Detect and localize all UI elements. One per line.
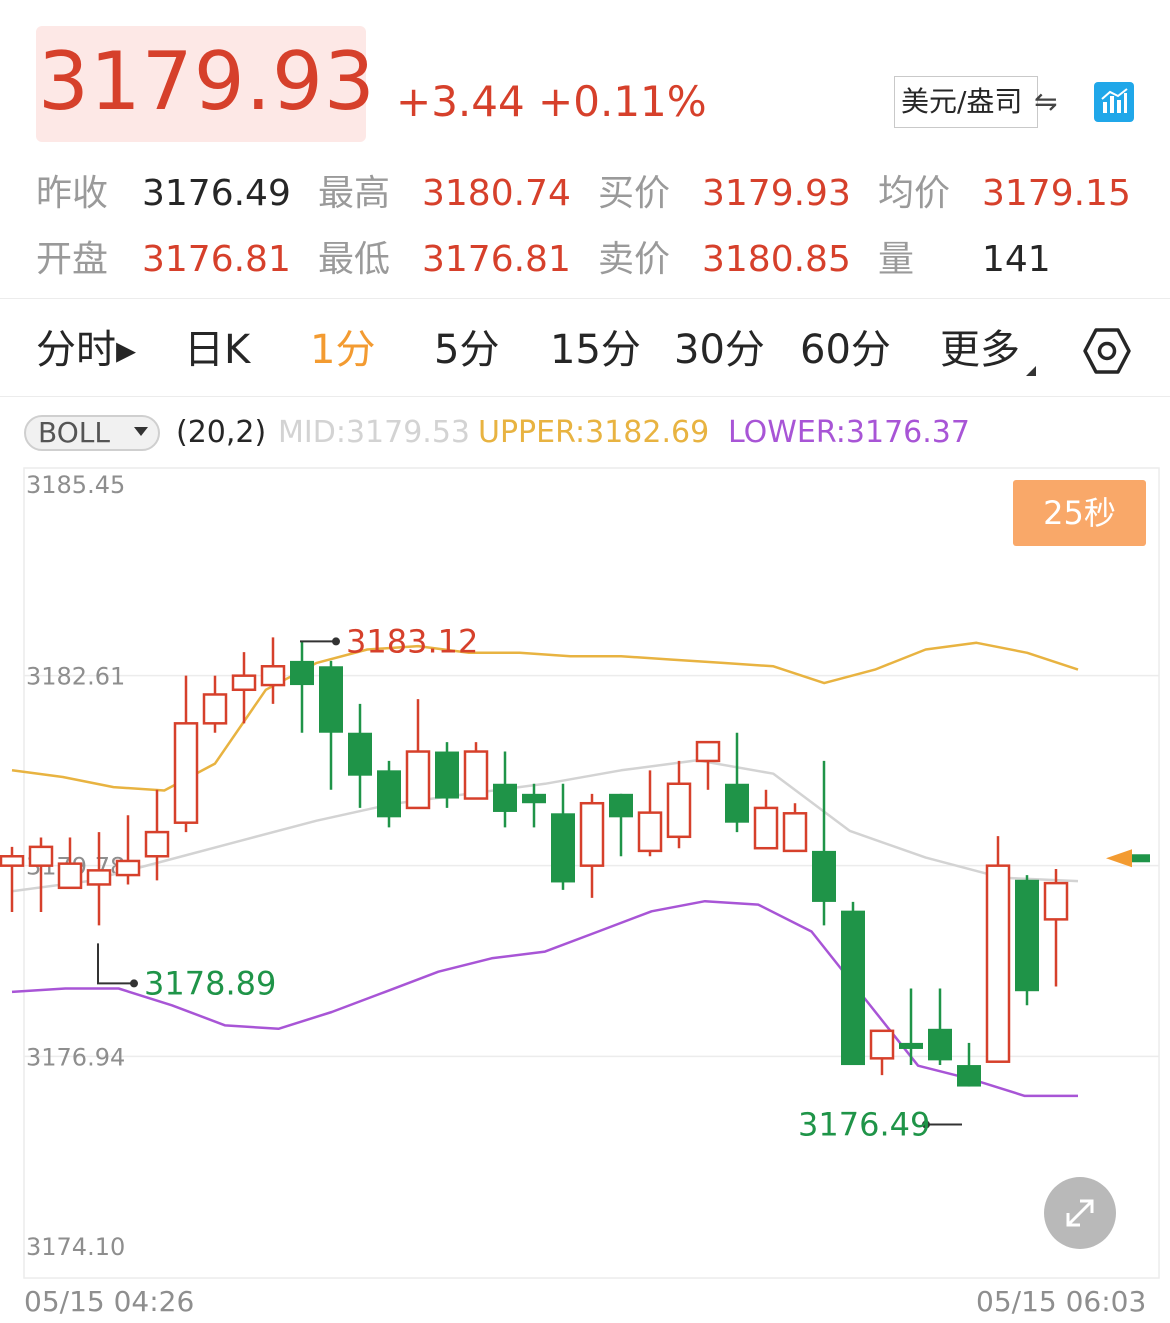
candle-body xyxy=(86,869,112,886)
annotation-dot xyxy=(332,637,340,646)
candle-body xyxy=(28,845,54,867)
more-corner-icon xyxy=(1026,366,1036,376)
quote-value: 3179.15 xyxy=(982,173,1131,214)
tab-5[interactable]: 30分 xyxy=(674,322,765,378)
bar-chart-icon[interactable] xyxy=(1094,82,1134,122)
settings-hexagon-icon[interactable] xyxy=(1082,326,1132,376)
divider xyxy=(0,298,1170,299)
candle-body xyxy=(551,813,575,883)
quote-value: 3176.81 xyxy=(422,239,571,280)
candle-body xyxy=(405,750,431,810)
candlestick-chart[interactable]: 3185.453182.613179.783176.943174.103183.… xyxy=(0,460,1170,1290)
candle-body xyxy=(202,693,228,725)
candle-body xyxy=(753,806,779,850)
x-axis-end-label: 05/15 06:03 xyxy=(976,1285,1147,1318)
annotation-high: 3183.12 xyxy=(346,622,478,660)
unit-label: 美元/盎司 xyxy=(901,85,1023,118)
candle-body xyxy=(579,801,605,867)
price-change: +3.44 +0.11% xyxy=(396,77,707,126)
boll-upper-value: UPPER:3182.69 xyxy=(478,415,710,450)
candle-body xyxy=(609,793,633,818)
annotation-low-left: 3178.89 xyxy=(144,964,276,1002)
candle-body xyxy=(0,855,25,867)
boll-lower-value: LOWER:3176.37 xyxy=(728,415,970,450)
divider xyxy=(0,396,1170,397)
candle-body xyxy=(1015,879,1039,992)
candle-body xyxy=(319,666,343,733)
candle-body xyxy=(522,793,546,804)
candle-body xyxy=(899,1042,923,1049)
boll-mid-value: MID:3179.53 xyxy=(278,415,470,450)
candle-body xyxy=(115,859,141,877)
y-tick-label: 3185.45 xyxy=(26,471,125,499)
candle-body xyxy=(377,770,401,818)
current-price-marker xyxy=(1106,849,1132,868)
boll-mid-line xyxy=(11,759,1079,893)
candle-body xyxy=(928,1028,952,1061)
candle-body xyxy=(637,811,663,853)
tab-3[interactable]: 5分 xyxy=(434,322,499,378)
indicator-name: BOLL xyxy=(38,416,110,449)
chevron-down-icon xyxy=(134,427,148,436)
quote-value: 3176.49 xyxy=(142,173,291,214)
candle-body xyxy=(348,732,372,776)
tab-2[interactable]: 1分 xyxy=(310,322,375,378)
boll-upper-line xyxy=(11,641,1079,792)
candle-body xyxy=(493,783,517,812)
y-tick-label: 3176.94 xyxy=(26,1043,125,1071)
quote-label: 开盘 xyxy=(36,239,109,280)
y-tick-label: 3182.61 xyxy=(26,663,125,691)
quote-label: 昨收 xyxy=(36,173,109,214)
candle-body xyxy=(985,864,1011,1063)
indicator-params: (20,2) xyxy=(176,415,267,450)
quote-label: 最高 xyxy=(318,173,391,214)
candle-body xyxy=(1043,881,1069,921)
tab-7[interactable]: 更多 xyxy=(940,322,1020,378)
current-price: 3179.93 xyxy=(38,35,376,128)
quote-value: 3180.74 xyxy=(422,173,571,214)
candle-body xyxy=(435,751,459,799)
quote-label: 均价 xyxy=(878,173,951,214)
candle-body xyxy=(841,910,865,1066)
quote-value: 3179.93 xyxy=(702,173,851,214)
quote-label: 量 xyxy=(878,239,915,280)
annotation-dot xyxy=(130,979,138,988)
quote-label: 最低 xyxy=(318,239,391,280)
tab-1[interactable]: 日K xyxy=(184,322,250,378)
quote-value: 3176.81 xyxy=(142,239,291,280)
x-axis-start-label: 05/15 04:26 xyxy=(24,1285,195,1318)
candle-body xyxy=(695,740,721,763)
swap-arrows-icon[interactable]: ⇋ xyxy=(1034,86,1057,118)
candle-body xyxy=(144,830,170,858)
candle-body xyxy=(666,782,692,839)
candle-body xyxy=(957,1065,981,1087)
quote-label: 买价 xyxy=(598,173,671,214)
candle-body xyxy=(231,674,257,692)
candle-body xyxy=(57,862,83,890)
y-tick-label: 3174.10 xyxy=(26,1233,125,1261)
quote-label: 卖价 xyxy=(598,239,671,280)
quote-value: 141 xyxy=(982,239,1051,280)
quote-value: 3180.85 xyxy=(702,239,851,280)
candle-body xyxy=(173,722,199,824)
candle-body xyxy=(290,660,314,686)
candle-body xyxy=(869,1029,895,1060)
annotation-low-right: 3176.49 xyxy=(798,1106,930,1144)
expand-icon xyxy=(1066,1199,1094,1227)
candle-body xyxy=(782,812,808,853)
annotation-leader xyxy=(97,943,134,985)
expand-button[interactable] xyxy=(1044,1177,1116,1249)
candle-body xyxy=(812,850,836,902)
tab-6[interactable]: 60分 xyxy=(800,322,891,378)
candle-body xyxy=(260,665,286,687)
candle-body xyxy=(463,750,489,800)
candle-body xyxy=(725,783,749,823)
tab-4[interactable]: 15分 xyxy=(550,322,641,378)
tab-0[interactable]: 分时▸ xyxy=(36,322,136,378)
countdown-badge: 25秒 xyxy=(1013,480,1146,546)
unit-toggle-button[interactable]: 美元/盎司 xyxy=(894,76,1038,128)
